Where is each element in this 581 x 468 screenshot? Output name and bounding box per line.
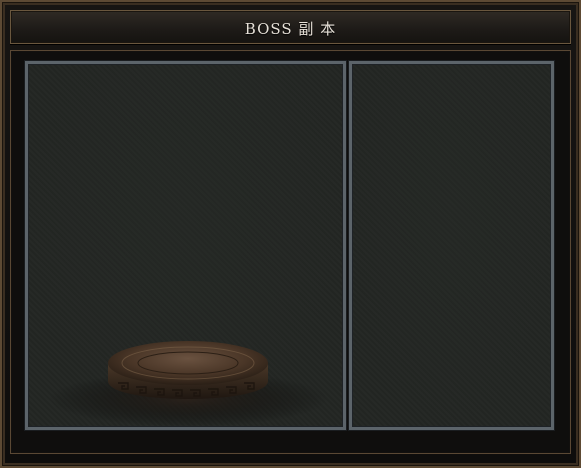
boss-pedestal-icon	[48, 341, 328, 427]
content-frame	[10, 50, 571, 454]
info-panel	[349, 61, 554, 430]
boss-instance-window: BOSS 副 本	[0, 0, 581, 468]
window-title: BOSS 副 本	[244, 20, 337, 38]
boss-display-panel	[25, 61, 346, 430]
title-bar: BOSS 副 本	[10, 10, 571, 44]
